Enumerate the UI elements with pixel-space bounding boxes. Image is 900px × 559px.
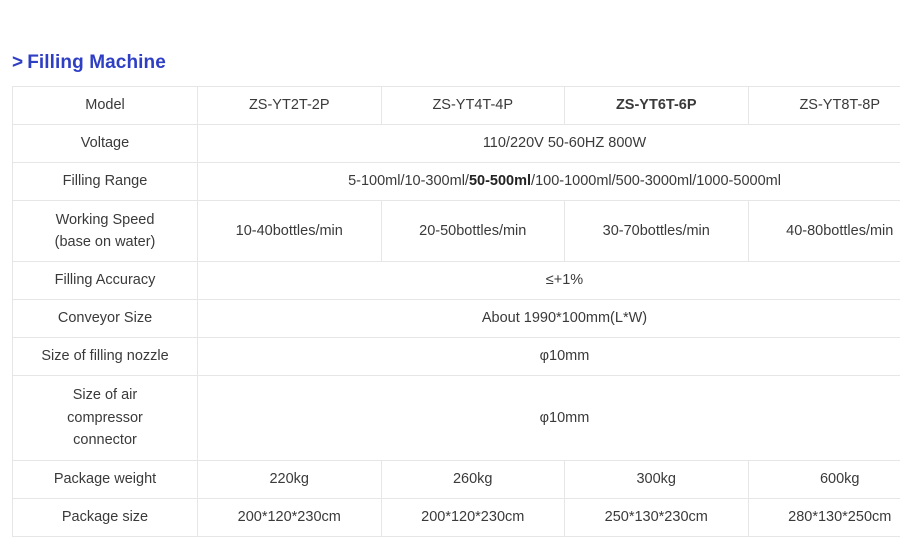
row-label-model: Model bbox=[12, 86, 198, 125]
table-row-package-size: Package size 200*120*230cm 200*120*230cm… bbox=[12, 498, 900, 537]
chevron-right-icon: > bbox=[12, 52, 24, 73]
table-row-conveyor-size: Conveyor Size About 1990*100mm(L*W) bbox=[12, 299, 900, 338]
row-label-filling-accuracy: Filling Accuracy bbox=[12, 261, 198, 300]
cell-size-2: 200*120*230cm bbox=[380, 498, 565, 537]
page-title-text: Filling Machine bbox=[27, 52, 166, 73]
row-label-filling-range: Filling Range bbox=[12, 162, 198, 201]
row-label-voltage: Voltage bbox=[12, 124, 198, 163]
table-row-working-speed: Working Speed (base on water) 10-40bottl… bbox=[12, 200, 900, 262]
filling-range-part1: 5-100ml/10-300ml/ bbox=[348, 173, 469, 190]
specification-table-container: Model ZS-YT2T-2P ZS-YT4T-4P ZS-YT6T-6P Z… bbox=[12, 86, 900, 537]
cell-speed-1: 10-40bottles/min bbox=[197, 200, 382, 262]
cell-weight-3: 300kg bbox=[564, 460, 749, 499]
cell-model-1: ZS-YT2T-2P bbox=[197, 86, 382, 125]
table-row-voltage: Voltage 110/220V 50-60HZ 800W bbox=[12, 124, 900, 163]
table-row-filling-accuracy: Filling Accuracy ≤+1% bbox=[12, 261, 900, 300]
table-row-package-weight: Package weight 220kg 260kg 300kg 600kg bbox=[12, 460, 900, 499]
cell-filling-range-value: 5-100ml/10-300ml/50-500ml/100-1000ml/500… bbox=[197, 162, 900, 201]
cell-compressor-connector-value: φ10mm bbox=[197, 375, 900, 461]
filling-range-highlight: 50-500ml bbox=[468, 173, 532, 190]
table-row-model: Model ZS-YT2T-2P ZS-YT4T-4P ZS-YT6T-6P Z… bbox=[12, 86, 900, 125]
cell-filling-accuracy-value: ≤+1% bbox=[197, 261, 900, 300]
cell-model-4: ZS-YT8T-8P bbox=[747, 86, 900, 125]
cell-speed-4: 40-80bottles/min bbox=[747, 200, 900, 262]
table-row-nozzle-size: Size of filling nozzle φ10mm bbox=[12, 337, 900, 376]
page-root: > Filling Machine Model ZS-YT2T-2P ZS-YT4… bbox=[0, 0, 900, 559]
table-row-compressor-connector: Size of air compressor connector φ10mm bbox=[12, 375, 900, 461]
row-label-conveyor-size: Conveyor Size bbox=[12, 299, 198, 338]
cell-voltage-value: 110/220V 50-60HZ 800W bbox=[197, 124, 900, 163]
cell-weight-2: 260kg bbox=[380, 460, 565, 499]
row-label-compressor-connector: Size of air compressor connector bbox=[12, 375, 198, 461]
row-label-working-speed: Working Speed (base on water) bbox=[12, 200, 198, 262]
cell-size-1: 200*120*230cm bbox=[197, 498, 382, 537]
row-label-package-size: Package size bbox=[12, 498, 198, 537]
cell-weight-1: 220kg bbox=[197, 460, 382, 499]
cell-conveyor-size-value: About 1990*100mm(L*W) bbox=[197, 299, 900, 338]
row-label-nozzle-size: Size of filling nozzle bbox=[12, 337, 198, 376]
table-row-filling-range: Filling Range 5-100ml/10-300ml/50-500ml/… bbox=[12, 162, 900, 201]
cell-weight-4: 600kg bbox=[747, 460, 900, 499]
cell-speed-3: 30-70bottles/min bbox=[564, 200, 749, 262]
cell-size-3: 250*130*230cm bbox=[564, 498, 749, 537]
cell-size-4: 280*130*250cm bbox=[747, 498, 900, 537]
row-label-package-weight: Package weight bbox=[12, 460, 198, 499]
cell-speed-2: 20-50bottles/min bbox=[380, 200, 565, 262]
page-title: > Filling Machine bbox=[12, 52, 166, 74]
cell-model-3: ZS-YT6T-6P bbox=[564, 86, 749, 125]
filling-range-part2: /100-1000ml/500-3000ml/1000-5000ml bbox=[531, 173, 781, 190]
cell-nozzle-size-value: φ10mm bbox=[197, 337, 900, 376]
specification-table: Model ZS-YT2T-2P ZS-YT4T-4P ZS-YT6T-6P Z… bbox=[12, 86, 900, 537]
cell-model-2: ZS-YT4T-4P bbox=[380, 86, 565, 125]
